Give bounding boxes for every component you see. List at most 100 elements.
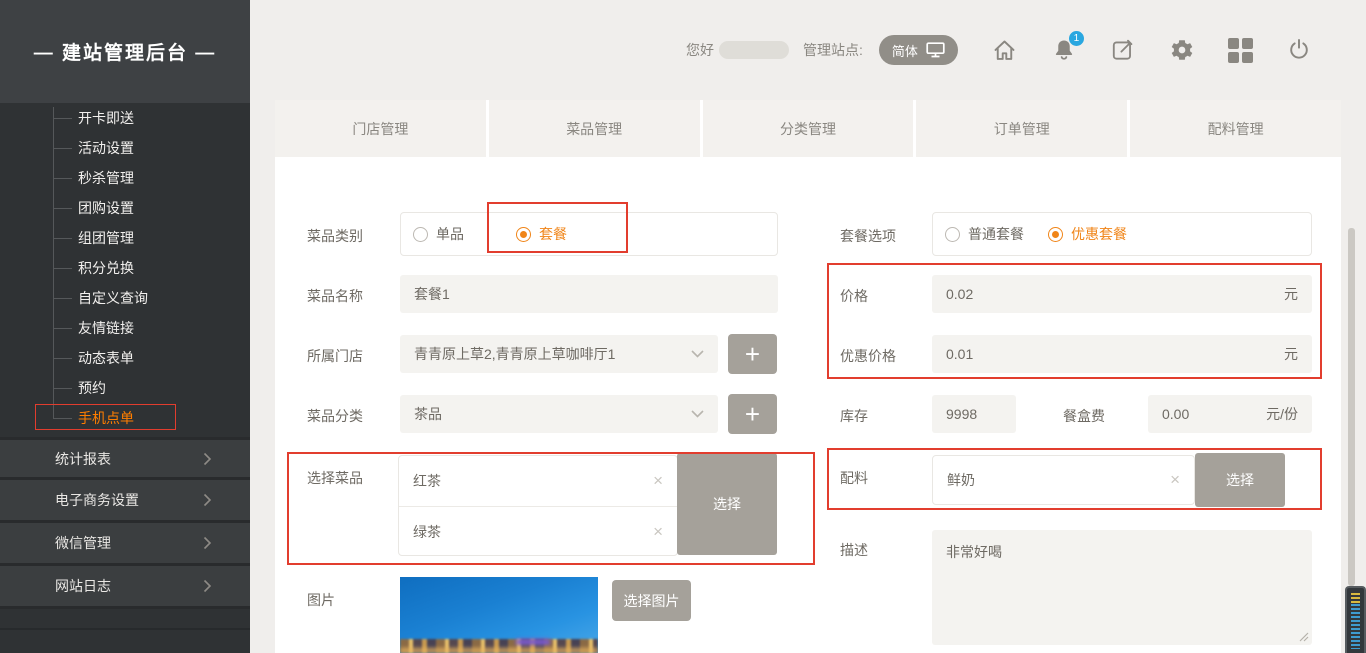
description-textarea[interactable]: 非常好喝 <box>932 530 1312 645</box>
sidebar-item-tuangoushezhi[interactable]: 团购设置 <box>0 193 250 223</box>
greeting-text: 您好 <box>686 40 714 60</box>
tab-category-mgmt[interactable]: 分类管理 <box>703 100 914 157</box>
ingredient-list: 鲜奶 × <box>932 455 1195 505</box>
radio-combo-selected[interactable]: 套餐 <box>516 224 567 244</box>
store-label: 所属门店 <box>307 346 363 366</box>
sidebar: — 建站管理后台 — 开卡即送 活动设置 秒杀管理 团购设置 组团管理 积分兑换… <box>0 0 250 653</box>
sidebar-section-dianzishangwu[interactable]: 电子商务设置 <box>0 480 250 523</box>
sidebar-item-huodongshezhi[interactable]: 活动设置 <box>0 133 250 163</box>
ingredient-list-item: 鲜奶 × <box>933 456 1194 504</box>
dish-name-input[interactable]: 套餐1 <box>400 275 778 313</box>
notifications-button[interactable]: 1 <box>1051 37 1077 63</box>
price-unit: 元 <box>1284 284 1298 304</box>
chevron-right-icon <box>203 493 212 507</box>
box-fee-label: 餐盒费 <box>1063 406 1105 426</box>
app-title: — 建站管理后台 — <box>34 38 217 65</box>
image-label: 图片 <box>307 590 335 610</box>
add-store-button[interactable]: + <box>728 334 777 374</box>
description-value: 非常好喝 <box>946 542 1002 562</box>
edit-button[interactable] <box>1110 37 1136 63</box>
select-image-button[interactable]: 选择图片 <box>612 580 691 621</box>
discount-price-input[interactable]: 0.01 元 <box>932 335 1312 373</box>
close-icon[interactable]: × <box>653 471 663 491</box>
radio-circle-icon <box>945 227 960 242</box>
tab-ingredient-mgmt[interactable]: 配料管理 <box>1130 100 1341 157</box>
resize-handle-icon[interactable] <box>1299 632 1309 642</box>
apps-button[interactable] <box>1228 38 1253 63</box>
gear-icon <box>1169 37 1195 63</box>
chevron-down-icon <box>691 350 704 358</box>
edit-icon <box>1110 37 1136 63</box>
radio-discount-combo-selected[interactable]: 优惠套餐 <box>1048 224 1127 244</box>
sidebar-item-miaoshaguanli[interactable]: 秒杀管理 <box>0 163 250 193</box>
sidebar-section-wangzhanrizhi[interactable]: 网站日志 <box>0 566 250 609</box>
sidebar-item-youqinglianjie[interactable]: 友情链接 <box>0 313 250 343</box>
price-label: 价格 <box>840 286 868 306</box>
settings-button[interactable] <box>1169 37 1195 63</box>
dish-class-select[interactable]: 茶品 <box>400 395 718 433</box>
dish-class-value: 茶品 <box>414 404 442 424</box>
sidebar-section-weixinguanli[interactable]: 微信管理 <box>0 523 250 566</box>
home-icon <box>991 37 1018 64</box>
dish-list-item: 绿茶 × <box>399 506 677 556</box>
dish-category-group: 单品 套餐 <box>400 212 778 256</box>
browser-extension-widget <box>1345 586 1366 653</box>
radio-single-item[interactable]: 单品 <box>413 224 464 244</box>
dish-name-value: 套餐1 <box>414 284 450 304</box>
sidebar-item-dongtaibiaodan[interactable]: 动态表单 <box>0 343 250 373</box>
notification-badge: 1 <box>1069 31 1084 46</box>
top-header: 您好 管理站点: 简体 1 <box>660 30 1312 70</box>
chevron-right-icon <box>203 536 212 550</box>
selected-dishes-list: 红茶 × 绿茶 × <box>398 455 678 556</box>
section-label: 网站日志 <box>55 576 111 596</box>
section-label: 统计报表 <box>55 449 111 469</box>
language-button[interactable]: 简体 <box>879 35 958 65</box>
box-fee-value: 0.00 <box>1162 406 1189 422</box>
stock-input[interactable]: 9998 <box>932 395 1016 433</box>
close-icon[interactable]: × <box>653 522 663 542</box>
username-redacted <box>719 41 789 59</box>
dish-list-item: 红茶 × <box>399 456 677 506</box>
box-fee-unit: 元/份 <box>1266 404 1298 424</box>
content-card: 门店管理 菜品管理 分类管理 订单管理 配料管理 菜品类别 单品 套餐 菜品名称 <box>275 100 1341 653</box>
tab-dish-mgmt[interactable]: 菜品管理 <box>489 100 700 157</box>
store-select[interactable]: 青青原上草2,青青原上草咖啡厅1 <box>400 335 718 373</box>
radio-label: 套餐 <box>539 224 567 244</box>
close-icon[interactable]: × <box>1170 470 1180 490</box>
sidebar-item-zidingyichaxun[interactable]: 自定义查询 <box>0 283 250 313</box>
radio-label: 优惠套餐 <box>1071 224 1127 244</box>
select-ingredient-button[interactable]: 选择 <box>1195 453 1285 507</box>
plus-icon: + <box>745 399 760 430</box>
radio-circle-icon <box>413 227 428 242</box>
city-lights-glow <box>400 648 598 653</box>
radio-normal-combo[interactable]: 普通套餐 <box>945 224 1024 244</box>
site-label: 管理站点: <box>803 40 863 60</box>
page-scrollbar[interactable] <box>1348 228 1355 586</box>
tab-order-mgmt[interactable]: 订单管理 <box>916 100 1127 157</box>
price-input[interactable]: 0.02 元 <box>932 275 1312 313</box>
sidebar-menu: 开卡即送 活动设置 秒杀管理 团购设置 组团管理 积分兑换 自定义查询 友情链接… <box>0 103 250 433</box>
select-dishes-button[interactable]: 选择 <box>677 453 777 555</box>
sidebar-section-tongjibaobiao[interactable]: 统计报表 <box>0 437 250 480</box>
discount-price-value: 0.01 <box>946 346 973 362</box>
annotation-box-active-item <box>35 404 176 430</box>
dish-name-label: 菜品名称 <box>307 286 363 306</box>
dish-class-label: 菜品分类 <box>307 406 363 426</box>
add-dish-class-button[interactable]: + <box>728 394 777 434</box>
chevron-right-icon <box>203 579 212 593</box>
button-label: 选择 <box>713 494 741 514</box>
grid-icon <box>1228 38 1253 63</box>
tab-store-mgmt[interactable]: 门店管理 <box>275 100 486 157</box>
sidebar-item-yuyue[interactable]: 预约 <box>0 373 250 403</box>
select-dishes-label: 选择菜品 <box>307 468 363 488</box>
sidebar-logo: — 建站管理后台 — <box>0 0 250 103</box>
sidebar-item-jifenduihuan[interactable]: 积分兑换 <box>0 253 250 283</box>
home-button[interactable] <box>991 37 1018 64</box>
sidebar-item-zutuanguanli[interactable]: 组团管理 <box>0 223 250 253</box>
purple-building-light <box>516 639 550 645</box>
radio-label: 单品 <box>436 224 464 244</box>
logout-button[interactable] <box>1286 37 1312 63</box>
sidebar-item-kaikajisong[interactable]: 开卡即送 <box>0 103 250 133</box>
box-fee-input[interactable]: 0.00 元/份 <box>1148 395 1312 433</box>
ingredient-item-label: 鲜奶 <box>947 470 975 490</box>
